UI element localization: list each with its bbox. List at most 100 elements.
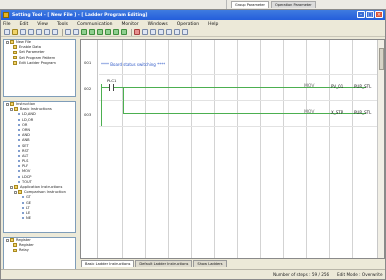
paste-icon[interactable] xyxy=(52,29,58,35)
menu-operation[interactable]: Operation xyxy=(177,22,199,27)
instruction-icon xyxy=(18,175,20,178)
menu-help[interactable]: Help xyxy=(208,22,218,27)
tree-label: GE xyxy=(26,200,32,205)
tree-item-edit-ladder-program[interactable]: Edit Ladder Program xyxy=(4,61,75,66)
delete-column-icon[interactable] xyxy=(166,29,172,35)
background-tab-operation-parameter[interactable]: Operation Parameter xyxy=(270,1,316,8)
tree-label: Application Instructions xyxy=(20,185,63,189)
tree-item-instruction[interactable]: NE xyxy=(4,216,75,221)
instruction-icon xyxy=(18,134,20,137)
background-tabbar: Group Parameter Operation Parameter xyxy=(231,1,316,8)
instruction-icon xyxy=(22,206,24,209)
zoom-in-icon[interactable] xyxy=(65,29,71,35)
new-file-icon[interactable] xyxy=(4,29,10,35)
close-icon[interactable]: × xyxy=(375,11,383,18)
tree-label: Register xyxy=(16,238,31,242)
operand[interactable]: PV_01 xyxy=(331,84,343,89)
rung-wire xyxy=(114,87,366,88)
folder-icon xyxy=(10,40,14,44)
instruction-icon xyxy=(22,211,24,214)
background-app-left xyxy=(0,0,226,9)
instruction-icon xyxy=(22,196,24,199)
tree-label: LE xyxy=(26,210,31,215)
tree-label: LD,AND xyxy=(22,112,36,117)
ladder-grid[interactable]: **** Board status switching **** PLC1 MO… xyxy=(99,40,377,258)
collapse-icon[interactable] xyxy=(6,238,9,242)
menu-bar: File Edit View Tools Communication Monit… xyxy=(1,20,385,28)
vertical-scrollbar[interactable] xyxy=(377,40,384,258)
grid-line xyxy=(352,40,353,258)
contact-symbol[interactable] xyxy=(109,84,110,91)
window-title: Setting Tool - [ New File ] - [ Ladder P… xyxy=(12,12,148,18)
collapse-icon[interactable] xyxy=(6,40,9,44)
row-number-gutter: 001 002 003 xyxy=(81,40,98,258)
horizontal-line-icon[interactable] xyxy=(105,29,111,35)
copy-icon[interactable] xyxy=(44,29,50,35)
operand[interactable]: PUR_STL xyxy=(354,110,371,115)
delete-icon[interactable] xyxy=(134,29,140,35)
menu-edit[interactable]: Edit xyxy=(20,22,29,27)
scrollbar-thumb[interactable] xyxy=(379,48,384,70)
collapse-icon[interactable] xyxy=(14,190,17,194)
menu-communication[interactable]: Communication xyxy=(77,22,112,27)
instruction-mov[interactable]: MOV xyxy=(304,84,314,89)
save-icon[interactable] xyxy=(20,29,26,35)
tree-item-relay[interactable]: Relay xyxy=(4,248,75,253)
coil-icon[interactable] xyxy=(97,29,103,35)
vertical-line-icon[interactable] xyxy=(113,29,119,35)
tree-label: Register xyxy=(19,243,34,248)
minimize-icon[interactable]: – xyxy=(357,11,365,18)
instruction-icon xyxy=(18,113,20,116)
transfer-icon[interactable] xyxy=(182,29,188,35)
instruction-icon xyxy=(18,128,20,131)
collapse-icon[interactable] xyxy=(6,102,9,106)
menu-view[interactable]: View xyxy=(37,22,48,27)
tab-basic-ladder-instructions[interactable]: Basic Ladder Instructions xyxy=(81,260,135,267)
folder-icon xyxy=(18,190,22,194)
grid-line xyxy=(329,40,330,258)
collapse-icon[interactable] xyxy=(10,185,13,189)
background-tab-group-parameter[interactable]: Group Parameter xyxy=(231,1,269,8)
tab-default-ladder-instructions[interactable]: Default Ladder Instructions xyxy=(135,260,193,267)
menu-windows[interactable]: Windows xyxy=(148,22,168,27)
delete-row-icon[interactable] xyxy=(150,29,156,35)
print-icon[interactable] xyxy=(28,29,34,35)
title-bar[interactable]: Setting Tool - [ New File ] - [ Ladder P… xyxy=(1,10,385,20)
app-icon xyxy=(3,12,9,18)
status-bar: Number of steps : 59 / 256 Edit Mode : O… xyxy=(1,269,385,279)
menu-file[interactable]: File xyxy=(3,22,11,27)
zoom-out-icon[interactable] xyxy=(73,29,79,35)
row-number: 002 xyxy=(84,86,92,91)
insert-column-icon[interactable] xyxy=(158,29,164,35)
tree-label: TOUT xyxy=(22,179,32,184)
operand[interactable]: X_STP xyxy=(331,110,343,115)
tree-label: New File xyxy=(16,40,31,44)
toolbar-separator xyxy=(62,28,63,36)
menu-tools[interactable]: Tools xyxy=(57,22,68,27)
instruction-mov[interactable]: MOV xyxy=(304,110,314,115)
find-icon[interactable] xyxy=(174,29,180,35)
grid-line xyxy=(191,40,192,258)
basic-instruction-list: LD,AND LD,OR OR ORN AND ANB SET RST ALT … xyxy=(4,112,75,185)
branch-wire xyxy=(123,87,124,113)
collapse-icon[interactable] xyxy=(10,107,13,111)
cut-icon[interactable] xyxy=(36,29,42,35)
background-app-right: Group Parameter Operation Parameter xyxy=(226,0,386,9)
insert-row-icon[interactable] xyxy=(142,29,148,35)
operand[interactable]: PUR_STL xyxy=(354,84,371,89)
tree-label: ALT xyxy=(22,153,29,158)
tab-show-ladders[interactable]: Show Ladders xyxy=(193,260,227,267)
grid-line xyxy=(306,40,307,258)
instruction-icon[interactable] xyxy=(121,29,127,35)
ladder-editor[interactable]: 001 002 003 **** Board status switching … xyxy=(80,39,385,259)
open-folder-icon[interactable] xyxy=(12,29,18,35)
menu-monitor[interactable]: Monitor xyxy=(122,22,139,27)
tree-label: OR xyxy=(22,122,28,127)
contact-no-icon[interactable] xyxy=(81,29,87,35)
folder-icon xyxy=(13,55,17,60)
tree-label: SET xyxy=(22,143,29,148)
contact-nc-icon[interactable] xyxy=(89,29,95,35)
tree-label: Relay xyxy=(19,248,29,253)
maximize-icon[interactable]: □ xyxy=(366,11,374,18)
tree-label: PLF xyxy=(22,164,29,169)
